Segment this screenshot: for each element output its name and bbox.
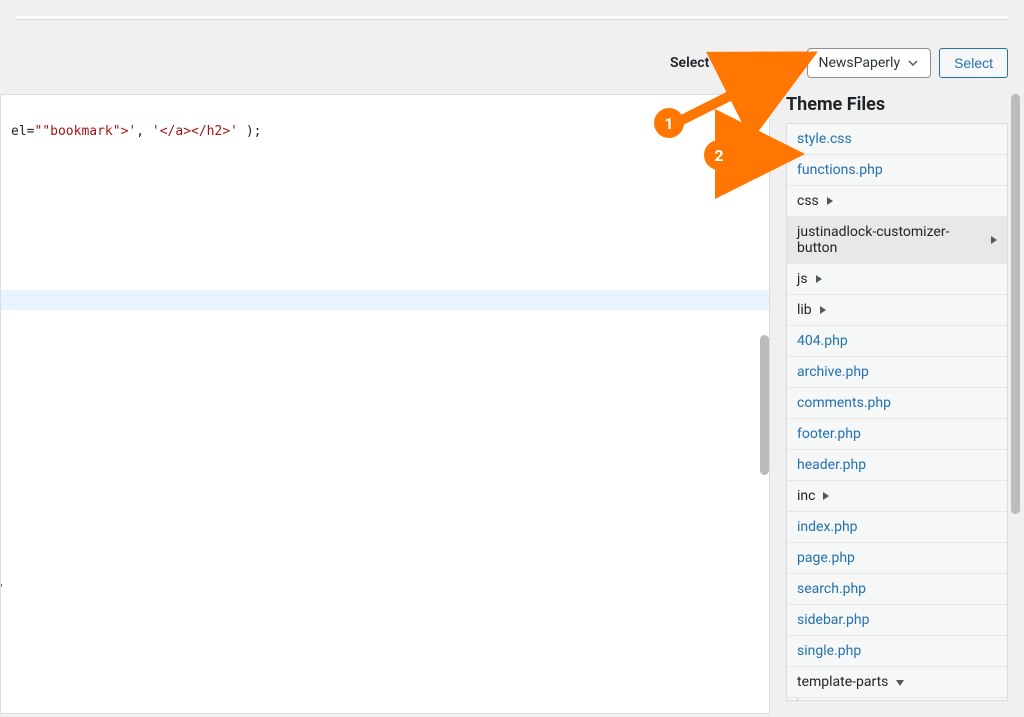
chevron-right-icon [823, 193, 833, 209]
folder-justinadlock-customizer-button[interactable]: justinadlock-customizer-button [787, 217, 1007, 264]
folder-css[interactable]: css [787, 186, 1007, 217]
file-page-php[interactable]: page.php [787, 543, 1007, 574]
file-single-php[interactable]: single.php [787, 636, 1007, 667]
folder-js[interactable]: js [787, 264, 1007, 295]
file-archive-php[interactable]: archive.php [787, 357, 1007, 388]
code-content: el=""bookmark">', '</a></h2>' ); , [1, 95, 769, 713]
chevron-down-icon [892, 674, 904, 690]
folder-inc[interactable]: inc [787, 481, 1007, 512]
file-comments-php[interactable]: comments.php [787, 388, 1007, 419]
theme-select-row: Select theme to edit: NewsPaperly Select [16, 40, 1008, 94]
editor-scrollbar[interactable] [760, 335, 769, 475]
code-editor[interactable]: el=""bookmark">', '</a></h2>' ); , [0, 94, 770, 714]
folder-lib[interactable]: lib [787, 295, 1007, 326]
chevron-down-icon [906, 56, 920, 70]
theme-files-sidebar: Theme Files style.css functions.php css … [786, 94, 1008, 714]
chevron-right-icon [812, 271, 822, 287]
theme-select-label: Select theme to edit: [670, 55, 799, 71]
select-button[interactable]: Select [939, 48, 1008, 78]
file-index-php[interactable]: index.php [787, 512, 1007, 543]
theme-dropdown-value: NewsPaperly [818, 55, 900, 71]
panel-top-border [16, 16, 1008, 20]
theme-dropdown[interactable]: NewsPaperly [807, 48, 931, 78]
file-content-none-php[interactable]: content-none.php [787, 698, 1007, 701]
file-header-php[interactable]: header.php [787, 450, 1007, 481]
sidebar-title: Theme Files [786, 94, 1008, 123]
file-sidebar-php[interactable]: sidebar.php [787, 605, 1007, 636]
file-404-php[interactable]: 404.php [787, 326, 1007, 357]
chevron-right-icon [816, 302, 826, 318]
chevron-right-icon [987, 232, 997, 248]
file-footer-php[interactable]: footer.php [787, 419, 1007, 450]
file-functions-php[interactable]: functions.php [787, 155, 1007, 186]
sidebar-scrollbar[interactable] [1011, 94, 1020, 514]
chevron-right-icon [819, 488, 829, 504]
folder-template-parts[interactable]: template-parts [787, 667, 1007, 698]
file-style-css[interactable]: style.css [787, 124, 1007, 155]
file-search-php[interactable]: search.php [787, 574, 1007, 605]
file-list: style.css functions.php css justinadlock… [786, 123, 1008, 701]
